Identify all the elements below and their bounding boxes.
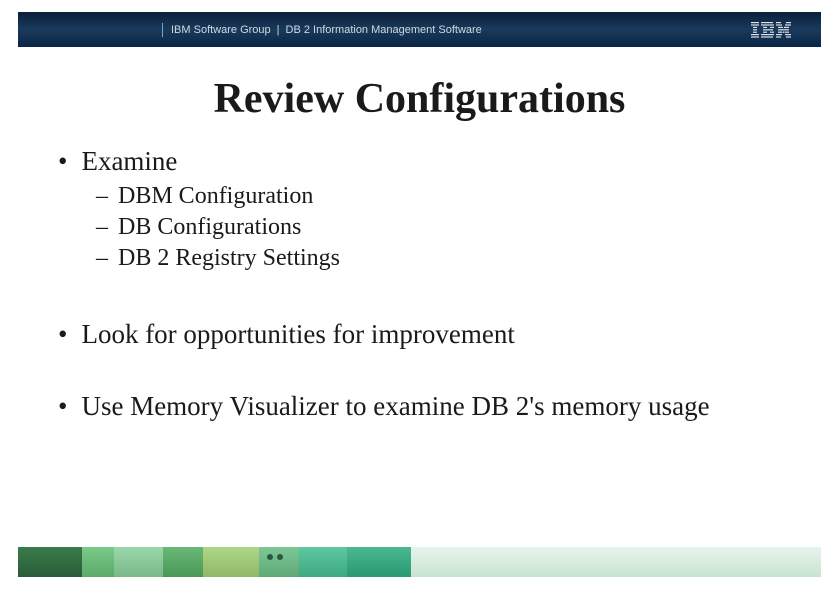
- bullet-text: Look for opportunities for improvement: [81, 318, 781, 352]
- sub-bullet-item: – DB Configurations: [96, 212, 781, 243]
- header-left-divider: [162, 23, 163, 37]
- content-area: • Examine – DBM Configuration – DB Confi…: [58, 145, 781, 426]
- bullet-text: Use Memory Visualizer to examine DB 2's …: [81, 390, 781, 424]
- sub-bullet-text: DB 2 Registry Settings: [118, 245, 340, 271]
- bullet-marker: •: [58, 145, 67, 177]
- header-bar: IBM Software Group | DB 2 Information Ma…: [18, 12, 821, 47]
- slide-title: Review Configurations: [0, 75, 839, 123]
- dash-marker: –: [96, 183, 108, 209]
- bullet-item: • Examine: [58, 145, 781, 179]
- sub-bullet-list: – DBM Configuration – DB Configurations …: [96, 181, 781, 275]
- sub-bullet-item: – DB 2 Registry Settings: [96, 243, 781, 274]
- bullet-item: • Look for opportunities for improvement: [58, 318, 781, 352]
- sub-bullet-text: DB Configurations: [118, 214, 301, 240]
- footer-decorative-bar: [18, 547, 821, 577]
- header-product-text: DB 2 Information Management Software: [286, 24, 482, 36]
- header-group-text: IBM Software Group: [171, 24, 271, 36]
- bullet-item: • Use Memory Visualizer to examine DB 2'…: [58, 390, 781, 424]
- dash-marker: –: [96, 245, 108, 271]
- header-separator: |: [277, 24, 280, 36]
- bullet-marker: •: [58, 390, 67, 422]
- dash-marker: –: [96, 214, 108, 240]
- ibm-logo-icon: [751, 22, 791, 38]
- bullet-marker: •: [58, 318, 67, 350]
- sub-bullet-text: DBM Configuration: [118, 183, 313, 209]
- bullet-text: Examine: [81, 145, 781, 179]
- sub-bullet-item: – DBM Configuration: [96, 181, 781, 212]
